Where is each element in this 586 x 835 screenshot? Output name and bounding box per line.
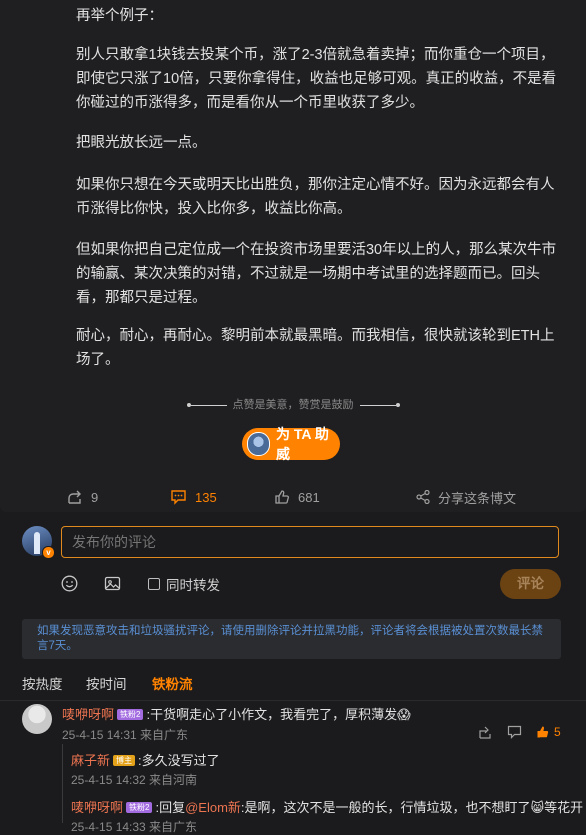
repost-checkbox[interactable] xyxy=(148,578,160,590)
replies-container: 麻子新 博主:多久没写过了 25-4-15 14:32 来自河南 唛咿呀啊 铁粉2:… xyxy=(62,744,586,834)
emoji-icon[interactable] xyxy=(61,575,78,592)
mention-link[interactable]: @Elom新 xyxy=(185,800,241,815)
article-paragraph: 如果你只想在今天或明天比出胜负，那你注定心情不好。因为永远都会有人币涨得比你快，… xyxy=(76,177,555,217)
repost-action[interactable]: 9 xyxy=(67,483,98,511)
reply-line: 麻子新 博主:多久没写过了 xyxy=(71,753,220,768)
repost-toggle[interactable]: 同时转发 xyxy=(148,575,220,593)
post-card: 再举个例子： 别人只敢拿1块钱去投某个币，涨了2-3倍就急着卖掉；而你重仓一个项… xyxy=(0,0,586,512)
image-icon[interactable] xyxy=(104,575,121,592)
like-count: 681 xyxy=(298,489,320,505)
reply-username[interactable]: 麻子新 xyxy=(71,753,110,768)
comment-icon xyxy=(171,490,186,505)
like-action[interactable]: 681 xyxy=(274,483,320,511)
avatar-figure xyxy=(34,532,40,554)
thumbs-up-icon xyxy=(275,490,289,504)
article-paragraph: 耐心，耐心，再耐心。黎明前本就最黑暗。而我相信，很快就该轮到ETH上场了。 xyxy=(76,328,555,368)
moderation-notice: 如果发现恶意攻击和垃圾骚扰评论，请使用删除评论并拉黑功能，评论者将会根据被处置次… xyxy=(22,619,561,659)
submit-comment-button[interactable]: 评论 xyxy=(500,569,561,599)
comment-text: 干货啊走心了小作文，我看完了，厚积薄发 xyxy=(150,707,398,722)
divider-dot xyxy=(395,403,400,408)
reply-username[interactable]: 唛咿呀啊 xyxy=(71,800,123,815)
reply-meta: 25-4-15 14:32 来自河南 xyxy=(71,773,198,787)
tab-by-popularity[interactable]: 按热度 xyxy=(22,673,63,693)
fan-level-badge: 铁粉2 xyxy=(117,709,144,720)
comment-action[interactable]: 135 xyxy=(170,483,217,511)
blogger-badge: 博主 xyxy=(113,755,136,766)
post-actions: 9 135 681 分享这条博文 xyxy=(0,483,586,511)
reply-prefix: :回复 xyxy=(155,800,186,815)
repost-count: 9 xyxy=(91,489,99,505)
tab-by-time[interactable]: 按时间 xyxy=(86,673,127,693)
verified-badge-icon: v xyxy=(42,546,55,559)
article-paragraph: 再举个例子： xyxy=(76,8,163,24)
commenter-avatar[interactable] xyxy=(22,704,52,734)
reply-text: :是啊，这次不是一般的长，行情垃圾，也不想盯了 xyxy=(240,800,531,815)
comment-line: 唛咿呀啊 铁粉2:干货啊走心了小作文，我看完了，厚积薄发😱 xyxy=(62,707,411,722)
repost-icon xyxy=(68,490,81,504)
reply-meta: 25-4-15 14:33 来自广东 xyxy=(71,820,198,834)
tab-iron-fans[interactable]: 铁粉流 xyxy=(152,673,193,693)
article-paragraph: 把眼光放长远一点。 xyxy=(76,135,207,151)
reward-hint: 点赞是美意，赞赏是鼓励 xyxy=(0,396,586,412)
repost-toggle-label: 同时转发 xyxy=(166,578,220,593)
share-icon xyxy=(416,490,430,504)
article-paragraph: 别人只敢拿1块钱去投某个币，涨了2-3倍就急着卖掉；而你重仓一个项目，即使它只涨… xyxy=(76,47,557,111)
share-action[interactable]: 分享这条博文 xyxy=(416,483,516,511)
cat-emoji-icon: 😸 xyxy=(530,800,545,815)
reply-line: 唛咿呀啊 铁粉2:回复@Elom新:是啊，这次不是一般的长，行情垃圾，也不想盯了😸… xyxy=(71,797,583,816)
support-button[interactable]: 为 TA 助威 xyxy=(242,426,340,462)
author-avatar-icon xyxy=(247,432,271,456)
thumbs-up-icon[interactable] xyxy=(536,725,550,739)
reply-icon[interactable] xyxy=(507,725,522,739)
divider-line xyxy=(190,404,227,406)
comment-meta: 25-4-15 14:31 来自广东 xyxy=(62,728,189,742)
divider-line xyxy=(359,404,396,406)
reply-suffix: 等花开 xyxy=(544,800,584,815)
share-comment-icon[interactable] xyxy=(478,725,492,739)
shocked-emoji-icon: 😱 xyxy=(397,707,411,722)
article-paragraph: 但如果你把自己定位成一个在投资市场里要活30年以上的人，那么某次牛市的输赢、某次… xyxy=(76,242,557,306)
reward-hint-text: 点赞是美意，赞赏是鼓励 xyxy=(232,399,354,411)
divider xyxy=(0,700,586,701)
comment-count: 135 xyxy=(195,489,217,505)
fan-level-badge: 铁粉2 xyxy=(126,802,153,813)
comment-input[interactable] xyxy=(61,526,559,558)
support-button-label: 为 TA 助威 xyxy=(276,426,329,462)
reply-text: 多久没写过了 xyxy=(141,753,220,768)
comment-like-count: 5 xyxy=(554,725,561,739)
comment-username[interactable]: 唛咿呀啊 xyxy=(62,707,114,722)
share-label: 分享这条博文 xyxy=(438,490,517,506)
